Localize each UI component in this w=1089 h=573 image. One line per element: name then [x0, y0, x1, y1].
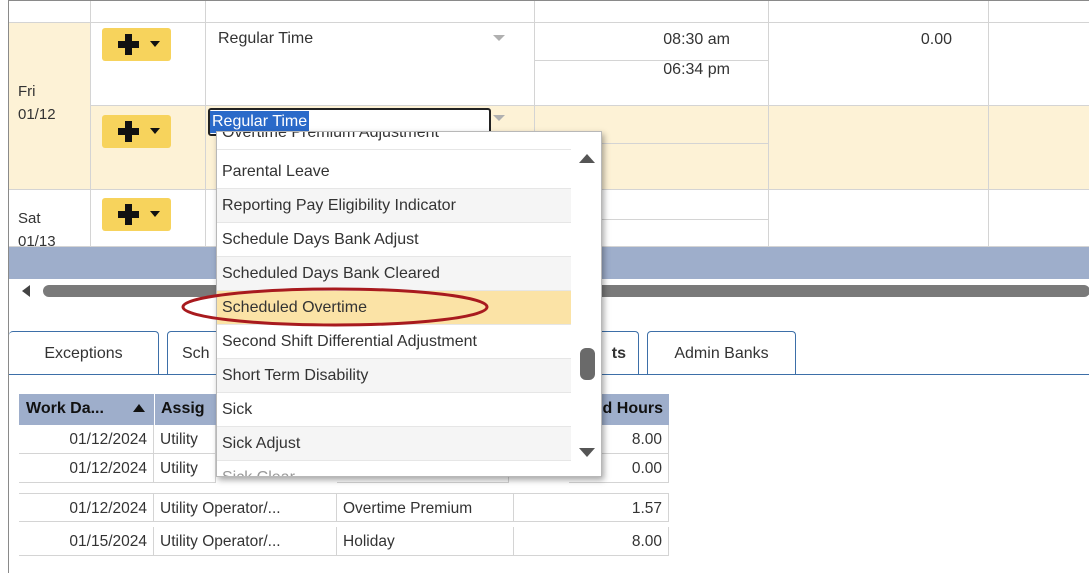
add-cell [91, 106, 206, 190]
chevron-down-icon [150, 41, 160, 47]
add-button[interactable] [102, 115, 171, 148]
cell-date: 01/12/2024 [19, 454, 154, 483]
header-cell [769, 1, 989, 23]
plus-icon [118, 121, 139, 142]
day-date: 01/13 [18, 233, 56, 247]
add-cell [91, 190, 206, 247]
scroll-down-icon[interactable] [579, 448, 595, 457]
sort-ascending-icon[interactable] [133, 404, 145, 412]
dropdown-option[interactable]: Sick [217, 393, 571, 427]
add-button[interactable] [102, 28, 171, 61]
tab-exceptions[interactable]: Exceptions [9, 331, 159, 375]
out-punch-cell[interactable]: 06:34 pm [535, 61, 769, 106]
paycode-value: Regular Time [218, 30, 314, 47]
plus-icon [118, 204, 139, 225]
cell-paycode: Holiday [337, 527, 514, 556]
dropdown-option[interactable]: Sick Adjust [217, 427, 571, 461]
header-cell [9, 1, 91, 23]
paycode-selected-text: Regular Time [210, 111, 310, 133]
dropdown-option[interactable]: Sick Clear... [217, 461, 571, 476]
in-punch-cell[interactable]: 08:30 am [535, 23, 769, 61]
dropdown-option[interactable]: Overtime Premium Adjustment [217, 132, 571, 150]
header-cell [989, 1, 1089, 23]
out-punch: 06:34 pm [663, 61, 730, 78]
cell-hours: 8.00 [514, 527, 669, 556]
dropdown-option[interactable]: Short Term Disability [217, 359, 571, 393]
tab-label: Admin Banks [674, 344, 769, 362]
extra-cell [989, 23, 1089, 106]
cell-date: 01/12/2024 [19, 493, 154, 522]
header-cell [91, 1, 206, 23]
cell-date: 01/12/2024 [19, 425, 154, 454]
cell-paycode: Overtime Premium [337, 493, 514, 522]
column-header-assignment[interactable]: Assig [154, 394, 216, 425]
paycode-cell[interactable]: Regular Time [206, 23, 535, 106]
extra-cell [989, 190, 1089, 247]
day-name: Sat [18, 210, 41, 227]
cell-assignment: Utility Operator/... [154, 493, 337, 522]
dropdown-scrollbar[interactable] [572, 132, 601, 476]
cell-assignment: Utility [154, 454, 216, 483]
scroll-up-icon[interactable] [579, 154, 595, 163]
annotation-ellipse [181, 287, 489, 327]
cell-assignment: Utility [154, 425, 216, 454]
extra-cell [989, 106, 1089, 190]
chevron-down-icon[interactable] [493, 35, 505, 41]
tab-label: ts [611, 344, 626, 362]
chevron-down-icon [150, 128, 160, 134]
chevron-down-icon [150, 211, 160, 217]
tab-label: Exceptions [44, 344, 123, 362]
chevron-down-icon[interactable] [493, 115, 505, 121]
column-header-workdate[interactable]: Work Da... [19, 394, 154, 425]
cell-date: 01/15/2024 [19, 527, 154, 556]
scroll-left-icon[interactable] [22, 285, 30, 297]
day-cell-fri: Fri 01/12 [9, 23, 91, 190]
day-name: Fri [18, 83, 36, 100]
dropdown-option[interactable]: Reporting Pay Eligibility Indicator [217, 189, 571, 223]
in-punch: 08:30 am [663, 31, 730, 48]
amount-cell[interactable] [769, 106, 989, 190]
add-button[interactable] [102, 198, 171, 231]
scrollbar-thumb[interactable] [580, 348, 595, 380]
dropdown-option[interactable]: Second Shift Differential Adjustment [217, 325, 571, 359]
timecard-window: Fri 01/12 Regular Time 08:30 am 06:34 pm… [8, 0, 1089, 573]
amount-cell[interactable] [769, 190, 989, 247]
amount-value: 0.00 [920, 31, 952, 48]
day-cell-sat: Sat 01/13 [9, 190, 91, 247]
amount-cell[interactable]: 0.00 [769, 23, 989, 106]
tab-admin-banks[interactable]: Admin Banks [647, 331, 796, 375]
plus-icon [118, 34, 139, 55]
cell-hours: 1.57 [514, 493, 669, 522]
header-cell [206, 1, 535, 23]
add-cell [91, 23, 206, 106]
dropdown-option[interactable]: Schedule Days Bank Adjust [217, 223, 571, 257]
header-cell [535, 1, 769, 23]
dropdown-option[interactable]: Parental Leave [217, 155, 571, 189]
tab-label: Sch [182, 344, 210, 362]
day-date: 01/12 [18, 106, 56, 123]
cell-assignment: Utility Operator/... [154, 527, 337, 556]
